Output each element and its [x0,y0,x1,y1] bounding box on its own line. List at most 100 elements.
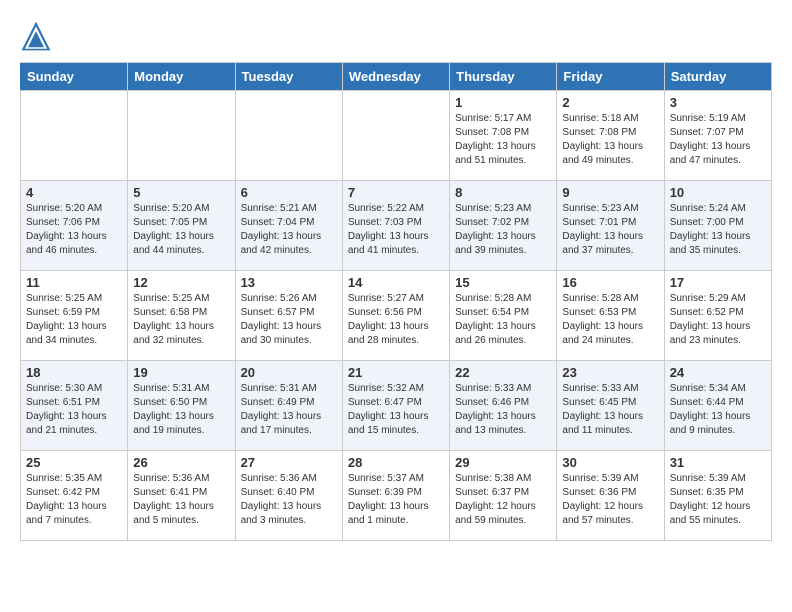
day-number: 23 [562,365,658,380]
day-cell: 11 Sunrise: 5:25 AM Sunset: 6:59 PM Dayli… [21,271,128,361]
day-cell: 22 Sunrise: 5:33 AM Sunset: 6:46 PM Dayli… [450,361,557,451]
day-info: Sunrise: 5:32 AM Sunset: 6:47 PM Dayligh… [348,382,444,438]
day-cell: 30 Sunrise: 5:39 AM Sunset: 6:36 PM Dayli… [557,451,664,541]
day-info: Sunrise: 5:33 AM Sunset: 6:46 PM Dayligh… [455,382,551,438]
day-number: 21 [348,365,444,380]
header-day-sunday: Sunday [21,63,128,91]
week-row-4: 18 Sunrise: 5:30 AM Sunset: 6:51 PM Dayli… [21,361,772,451]
day-cell: 25 Sunrise: 5:35 AM Sunset: 6:42 PM Dayli… [21,451,128,541]
day-info: Sunrise: 5:23 AM Sunset: 7:01 PM Dayligh… [562,202,658,258]
day-number: 6 [241,185,337,200]
day-info: Sunrise: 5:22 AM Sunset: 7:03 PM Dayligh… [348,202,444,258]
day-cell: 16Sunrise: 5:28 AM Sunset: 6:53 PM Dayli… [557,271,664,361]
day-number: 14 [348,275,444,290]
day-number: 10 [670,185,766,200]
day-cell: 23 Sunrise: 5:33 AM Sunset: 6:45 PM Dayli… [557,361,664,451]
day-cell: 31Sunrise: 5:39 AM Sunset: 6:35 PM Dayli… [664,451,771,541]
day-number: 29 [455,455,551,470]
day-cell: 19 Sunrise: 5:31 AM Sunset: 6:50 PM Dayli… [128,361,235,451]
day-info: Sunrise: 5:30 AM Sunset: 6:51 PM Dayligh… [26,382,122,438]
day-cell [235,91,342,181]
day-number: 25 [26,455,122,470]
day-cell: 2Sunrise: 5:18 AM Sunset: 7:08 PM Daylig… [557,91,664,181]
week-row-1: 1 Sunrise: 5:17 AM Sunset: 7:08 PM Daylig… [21,91,772,181]
day-cell: 17Sunrise: 5:29 AM Sunset: 6:52 PM Dayli… [664,271,771,361]
header-day-friday: Friday [557,63,664,91]
day-number: 16 [562,275,658,290]
day-number: 4 [26,185,122,200]
day-cell: 21 Sunrise: 5:32 AM Sunset: 6:47 PM Dayli… [342,361,449,451]
week-row-3: 11 Sunrise: 5:25 AM Sunset: 6:59 PM Dayli… [21,271,772,361]
day-cell: 5 Sunrise: 5:20 AM Sunset: 7:05 PM Daylig… [128,181,235,271]
day-cell: 20 Sunrise: 5:31 AM Sunset: 6:49 PM Dayli… [235,361,342,451]
day-info: Sunrise: 5:33 AM Sunset: 6:45 PM Dayligh… [562,382,658,438]
day-number: 5 [133,185,229,200]
day-info: Sunrise: 5:37 AM Sunset: 6:39 PM Dayligh… [348,472,444,528]
day-cell [128,91,235,181]
day-number: 26 [133,455,229,470]
day-cell: 10 Sunrise: 5:24 AM Sunset: 7:00 PM Dayli… [664,181,771,271]
day-number: 22 [455,365,551,380]
day-number: 19 [133,365,229,380]
day-cell: 4Sunrise: 5:20 AM Sunset: 7:06 PM Daylig… [21,181,128,271]
day-number: 9 [562,185,658,200]
day-cell: 7 Sunrise: 5:22 AM Sunset: 7:03 PM Daylig… [342,181,449,271]
day-cell: 14 Sunrise: 5:27 AM Sunset: 6:56 PM Dayli… [342,271,449,361]
header-row: SundayMondayTuesdayWednesdayThursdayFrid… [21,63,772,91]
day-info: Sunrise: 5:29 AM Sunset: 6:52 PM Dayligh… [670,292,766,348]
day-cell: 3 Sunrise: 5:19 AM Sunset: 7:07 PM Daylig… [664,91,771,181]
day-info: Sunrise: 5:18 AM Sunset: 7:08 PM Dayligh… [562,112,658,168]
day-number: 11 [26,275,122,290]
day-cell: 12Sunrise: 5:25 AM Sunset: 6:58 PM Dayli… [128,271,235,361]
day-info: Sunrise: 5:39 AM Sunset: 6:35 PM Dayligh… [670,472,766,528]
header-day-wednesday: Wednesday [342,63,449,91]
day-cell: 28 Sunrise: 5:37 AM Sunset: 6:39 PM Dayli… [342,451,449,541]
day-cell: 13Sunrise: 5:26 AM Sunset: 6:57 PM Dayli… [235,271,342,361]
day-number: 15 [455,275,551,290]
day-info: Sunrise: 5:25 AM Sunset: 6:59 PM Dayligh… [26,292,122,348]
day-number: 3 [670,95,766,110]
day-cell: 29 Sunrise: 5:38 AM Sunset: 6:37 PM Dayli… [450,451,557,541]
day-info: Sunrise: 5:17 AM Sunset: 7:08 PM Dayligh… [455,112,551,168]
day-number: 20 [241,365,337,380]
day-number: 30 [562,455,658,470]
logo [20,20,56,52]
day-info: Sunrise: 5:20 AM Sunset: 7:05 PM Dayligh… [133,202,229,258]
logo-icon [20,20,52,52]
day-cell: 6Sunrise: 5:21 AM Sunset: 7:04 PM Daylig… [235,181,342,271]
week-row-5: 25 Sunrise: 5:35 AM Sunset: 6:42 PM Dayli… [21,451,772,541]
day-info: Sunrise: 5:19 AM Sunset: 7:07 PM Dayligh… [670,112,766,168]
day-number: 7 [348,185,444,200]
page-header [20,20,772,52]
day-info: Sunrise: 5:35 AM Sunset: 6:42 PM Dayligh… [26,472,122,528]
header-day-tuesday: Tuesday [235,63,342,91]
day-cell [21,91,128,181]
header-day-thursday: Thursday [450,63,557,91]
day-info: Sunrise: 5:27 AM Sunset: 6:56 PM Dayligh… [348,292,444,348]
day-number: 8 [455,185,551,200]
day-info: Sunrise: 5:31 AM Sunset: 6:49 PM Dayligh… [241,382,337,438]
day-number: 28 [348,455,444,470]
week-row-2: 4Sunrise: 5:20 AM Sunset: 7:06 PM Daylig… [21,181,772,271]
day-number: 27 [241,455,337,470]
day-number: 12 [133,275,229,290]
day-info: Sunrise: 5:26 AM Sunset: 6:57 PM Dayligh… [241,292,337,348]
day-cell: 9 Sunrise: 5:23 AM Sunset: 7:01 PM Daylig… [557,181,664,271]
day-info: Sunrise: 5:36 AM Sunset: 6:40 PM Dayligh… [241,472,337,528]
day-info: Sunrise: 5:36 AM Sunset: 6:41 PM Dayligh… [133,472,229,528]
header-day-saturday: Saturday [664,63,771,91]
calendar-table: SundayMondayTuesdayWednesdayThursdayFrid… [20,62,772,541]
day-cell: 8 Sunrise: 5:23 AM Sunset: 7:02 PM Daylig… [450,181,557,271]
day-number: 18 [26,365,122,380]
day-info: Sunrise: 5:23 AM Sunset: 7:02 PM Dayligh… [455,202,551,258]
day-cell [342,91,449,181]
day-info: Sunrise: 5:28 AM Sunset: 6:54 PM Dayligh… [455,292,551,348]
day-info: Sunrise: 5:31 AM Sunset: 6:50 PM Dayligh… [133,382,229,438]
day-number: 1 [455,95,551,110]
day-info: Sunrise: 5:24 AM Sunset: 7:00 PM Dayligh… [670,202,766,258]
day-cell: 26 Sunrise: 5:36 AM Sunset: 6:41 PM Dayli… [128,451,235,541]
day-info: Sunrise: 5:39 AM Sunset: 6:36 PM Dayligh… [562,472,658,528]
day-cell: 18 Sunrise: 5:30 AM Sunset: 6:51 PM Dayli… [21,361,128,451]
header-day-monday: Monday [128,63,235,91]
day-info: Sunrise: 5:38 AM Sunset: 6:37 PM Dayligh… [455,472,551,528]
